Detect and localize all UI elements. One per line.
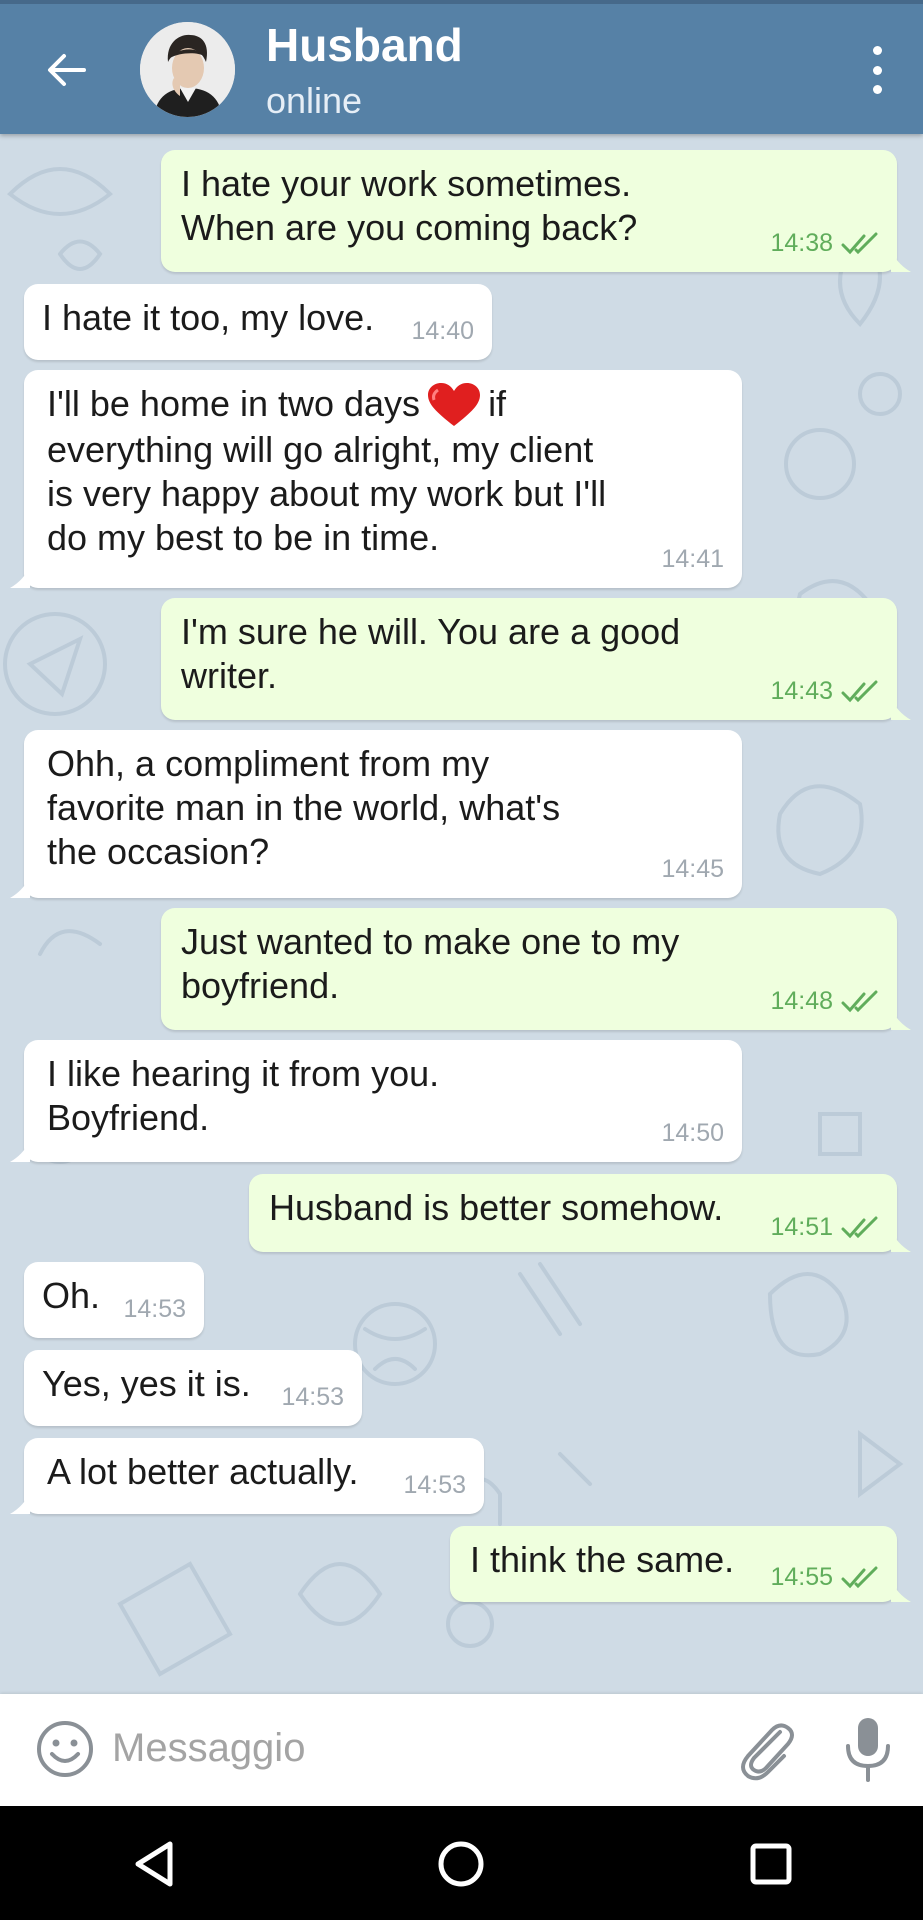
message-time: 14:43 — [770, 677, 833, 705]
message-text: Oh. — [42, 1275, 101, 1316]
contact-avatar[interactable] — [140, 22, 235, 117]
message-time: 14:53 — [123, 1295, 186, 1323]
message-bubble-incoming[interactable]: Yes, yes it is. 14:53 — [24, 1350, 362, 1426]
double-check-icon — [841, 990, 878, 1013]
message-bubble-incoming[interactable]: I like hearing it from you. Boyfriend. 1… — [10, 1040, 742, 1162]
chat-header: Husband online — [0, 0, 923, 134]
back-button[interactable] — [38, 42, 94, 98]
message-input[interactable]: Messaggio — [112, 1726, 305, 1771]
nav-recent-square-icon[interactable] — [741, 1834, 801, 1894]
message-bubble-outgoing[interactable]: Just wanted to make one to my boyfriend.… — [161, 908, 911, 1030]
double-check-icon — [841, 232, 878, 255]
double-check-icon — [841, 1216, 878, 1239]
arrow-left-icon — [48, 54, 86, 86]
paperclip-icon[interactable] — [736, 1718, 796, 1782]
message-time: 14:38 — [770, 229, 833, 257]
message-text: I'm sure he will. You are a good writer. — [181, 611, 681, 696]
more-vertical-icon-dot — [872, 65, 882, 75]
message-time: 14:53 — [281, 1383, 344, 1411]
message-bubble-incoming[interactable]: A lot better actually. 14:53 — [10, 1438, 484, 1514]
message-bubble-incoming[interactable]: Oh. 14:53 — [24, 1262, 204, 1338]
contact-status: online — [266, 80, 363, 121]
message-time: 14:50 — [661, 1119, 724, 1147]
red-heart-icon — [428, 383, 481, 426]
message-bubble-outgoing[interactable]: I hate your work sometimes. When are you… — [161, 150, 911, 272]
message-text: Just wanted to make one to my boyfriend. — [181, 921, 680, 1006]
message-bubble-outgoing[interactable]: I'm sure he will. You are a good writer.… — [161, 598, 911, 720]
system-navigation-bar — [0, 1806, 923, 1920]
message-text: I hate it too, my love. — [42, 297, 375, 338]
message-text: I hate your work sometimes. When are you… — [181, 163, 638, 248]
message-text-part: I'll be home in two days — [47, 383, 421, 424]
message-text: Ohh, a compliment from my favorite man i… — [47, 743, 561, 872]
message-text: Yes, yes it is. — [42, 1363, 251, 1404]
nav-back-triangle-icon[interactable] — [124, 1834, 184, 1894]
message-bubble-incoming[interactable]: Ohh, a compliment from my favorite man i… — [10, 730, 742, 898]
message-time: 14:48 — [770, 987, 833, 1015]
message-text: I like hearing it from you. Boyfriend. — [47, 1053, 440, 1138]
message-bubble-incoming[interactable]: I hate it too, my love. 14:40 — [24, 284, 492, 360]
message-text: A lot better actually. — [47, 1451, 359, 1492]
more-vertical-icon-dot — [872, 85, 882, 94]
message-time: 14:41 — [661, 545, 724, 573]
nav-home-circle-icon[interactable] — [431, 1834, 491, 1894]
message-time: 14:53 — [403, 1471, 466, 1499]
smiley-icon[interactable] — [36, 1720, 94, 1778]
double-check-icon — [841, 680, 878, 703]
microphone-icon[interactable] — [840, 1716, 896, 1784]
message-text: I'll be home in two days if everything wi… — [47, 382, 606, 560]
message-text: I think the same. — [470, 1539, 735, 1580]
more-options-button[interactable] — [862, 46, 892, 94]
message-time: 14:51 — [770, 1213, 833, 1241]
status-bar-strip — [0, 0, 923, 4]
double-check-icon — [841, 1566, 878, 1589]
avatar-portrait-image — [140, 22, 235, 117]
message-time: 14:55 — [770, 1563, 833, 1591]
message-composer: Messaggio — [0, 1694, 923, 1806]
message-bubble-incoming[interactable]: I'll be home in two days if everything wi… — [10, 370, 742, 588]
message-bubble-outgoing[interactable]: I think the same. 14:55 — [450, 1526, 911, 1602]
more-vertical-icon — [872, 46, 882, 55]
message-time: 14:40 — [411, 317, 474, 345]
contact-name[interactable]: Husband — [266, 18, 463, 72]
message-bubble-outgoing[interactable]: Husband is better somehow. 14:51 — [249, 1174, 911, 1252]
message-time: 14:45 — [661, 855, 724, 883]
chat-area[interactable]: I hate your work sometimes. When are you… — [0, 134, 923, 1694]
message-text: Husband is better somehow. — [269, 1187, 724, 1228]
